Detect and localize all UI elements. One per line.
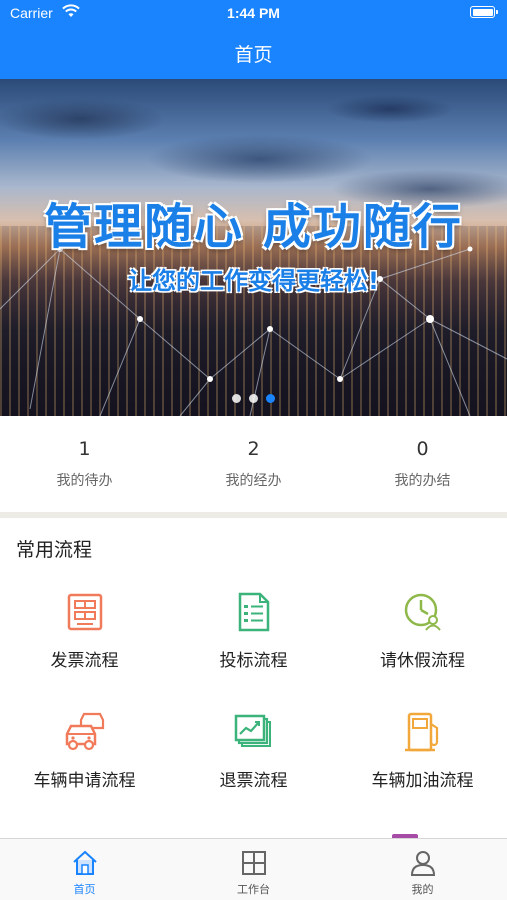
stat-label: 我的办结 — [394, 473, 451, 489]
process-label: 车辆申请流程 — [33, 771, 136, 791]
process-label: 投标流程 — [219, 651, 288, 671]
process-label: 请休假流程 — [380, 651, 465, 671]
section-divider — [0, 512, 507, 518]
home-icon — [72, 850, 97, 875]
process-bid[interactable]: 投标流程 — [169, 590, 338, 700]
fuel-pump-icon — [404, 712, 438, 752]
grid-icon — [241, 851, 266, 875]
tab-label: 工作台 — [237, 883, 270, 896]
status-time: 1:44 PM — [227, 5, 280, 21]
leave-clock-icon — [404, 593, 441, 631]
task-stats: 1 我的待办 2 我的经办 0 我的办结 — [0, 416, 507, 512]
top-bar: Carrier 1:44 PM 首页 — [0, 0, 507, 79]
app-screen: Carrier 1:44 PM 首页 管理随心 成功随行 让您的工作变得更轻松!… — [0, 0, 507, 900]
stat-label: 我的待办 — [56, 473, 113, 489]
carousel-dot-active[interactable] — [266, 394, 275, 403]
process-label: 退票流程 — [219, 771, 288, 791]
stat-completed[interactable]: 0 我的办结 — [338, 416, 507, 512]
refund-chart-icon — [234, 714, 271, 747]
page-title: 首页 — [234, 44, 273, 66]
tab-label: 首页 — [73, 883, 96, 896]
battery-icon — [470, 6, 498, 18]
tab-workbench[interactable]: 工作台 — [169, 839, 338, 900]
section-title: 常用流程 — [16, 539, 93, 561]
invoice-icon — [67, 593, 102, 631]
bid-document-icon — [238, 592, 269, 632]
stat-handled[interactable]: 2 我的经办 — [169, 416, 338, 512]
process-refund[interactable]: 退票流程 — [169, 710, 338, 820]
carousel-dot[interactable] — [249, 394, 258, 403]
banner-tagline: 让您的工作变得更轻松! — [128, 267, 379, 295]
banner-headline: 管理随心 成功随行 — [44, 199, 463, 255]
tab-mine[interactable]: 我的 — [338, 839, 507, 900]
stat-value: 2 — [247, 438, 260, 460]
process-fuel[interactable]: 车辆加油流程 — [338, 710, 507, 820]
tab-bar: 首页 工作台 我的 — [0, 838, 507, 900]
status-bar: Carrier 1:44 PM — [0, 0, 507, 28]
stat-value: 1 — [78, 438, 91, 460]
stat-label: 我的经办 — [225, 473, 282, 489]
tab-home[interactable]: 首页 — [0, 839, 169, 900]
carousel-indicators — [0, 394, 507, 403]
process-vehicle-request[interactable]: 车辆申请流程 — [0, 710, 169, 820]
stat-todo[interactable]: 1 我的待办 — [0, 416, 169, 512]
user-icon — [410, 851, 435, 876]
carousel-dot[interactable] — [232, 394, 241, 403]
process-label: 车辆加油流程 — [371, 771, 474, 791]
tab-label: 我的 — [411, 883, 434, 896]
banner-carousel[interactable]: 管理随心 成功随行 让您的工作变得更轻松! — [0, 79, 507, 416]
cars-icon — [65, 712, 104, 751]
stat-value: 0 — [416, 438, 429, 460]
process-leave[interactable]: 请休假流程 — [338, 590, 507, 700]
process-label: 发票流程 — [50, 651, 119, 671]
process-invoice[interactable]: 发票流程 — [0, 590, 169, 700]
